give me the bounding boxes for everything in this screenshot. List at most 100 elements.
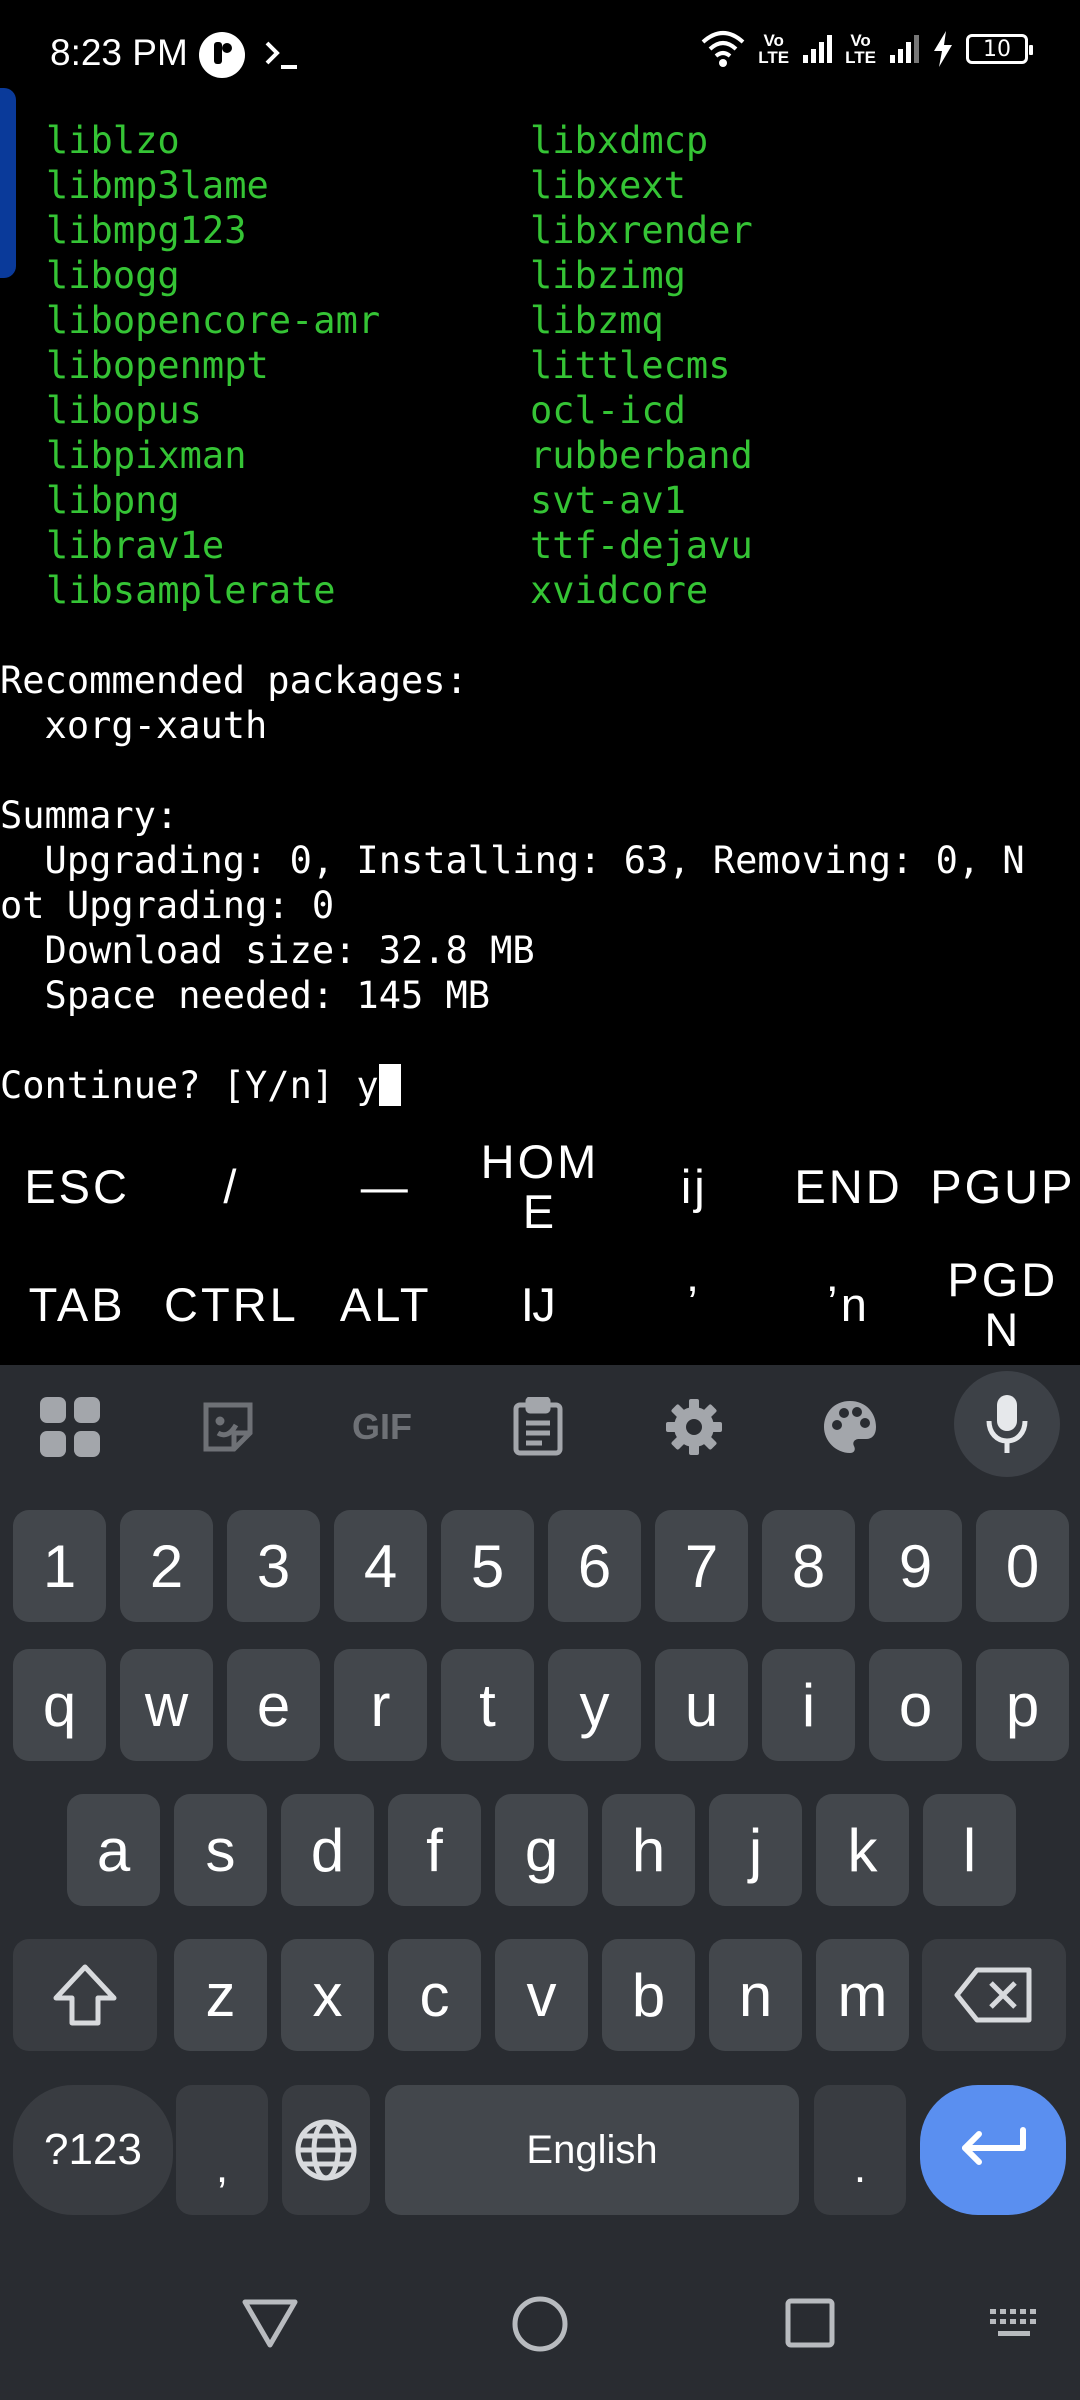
extra-keys-row-1: ESC / — HOM Eij END PGUP <box>0 1128 1080 1246</box>
sticker-icon[interactable] <box>196 1395 260 1459</box>
key[interactable]: b <box>602 1939 695 2051</box>
keyboard-switch-icon[interactable] <box>988 2307 1040 2341</box>
key[interactable]: 1 <box>13 1510 106 1622</box>
shift-key[interactable] <box>13 1939 157 2051</box>
extra-key[interactable]: PGD N <box>926 1246 1080 1364</box>
key[interactable]: 9 <box>869 1510 962 1622</box>
extra-key[interactable]: HOM E <box>463 1128 617 1246</box>
terminal-output[interactable]: liblzo libmp3lame libmpg123 libogg libopenco… <box>0 118 1080 1108</box>
extra-key[interactable]: ij <box>617 1128 771 1246</box>
key[interactable]: 2 <box>120 1510 213 1622</box>
enter-key[interactable] <box>920 2085 1066 2215</box>
period-key[interactable]: . <box>814 2085 906 2215</box>
key[interactable]: n <box>709 1939 802 2051</box>
volte-indicator-2: Vo LTE <box>845 31 876 67</box>
package-name: rubberband <box>530 434 753 477</box>
key[interactable]: s <box>174 1794 267 1906</box>
key[interactable]: q <box>13 1649 106 1761</box>
package-name: libogg <box>46 254 180 297</box>
extra-key[interactable]: PGUP <box>926 1128 1080 1246</box>
voice-input-button[interactable] <box>954 1371 1060 1477</box>
key[interactable]: h <box>602 1794 695 1906</box>
extra-key[interactable]: ALT <box>309 1246 463 1364</box>
key[interactable]: c <box>388 1939 481 2051</box>
key[interactable]: 5 <box>441 1510 534 1622</box>
extra-key[interactable]: TAB <box>0 1246 154 1364</box>
terminal-line: Download size: 32.8 MB <box>0 929 535 972</box>
theme-palette-icon[interactable] <box>818 1395 882 1459</box>
key[interactable]: l <box>923 1794 1016 1906</box>
navigation-bar <box>0 2255 1080 2400</box>
clipboard-icon[interactable] <box>506 1395 570 1459</box>
key[interactable]: 6 <box>548 1510 641 1622</box>
key[interactable]: i <box>762 1649 855 1761</box>
key[interactable]: p <box>976 1649 1069 1761</box>
spacebar[interactable]: English <box>385 2085 799 2215</box>
language-key[interactable] <box>282 2085 370 2215</box>
gif-icon[interactable]: GIF <box>350 1395 414 1459</box>
symbols-key[interactable]: ?123 <box>13 2085 173 2215</box>
key[interactable]: a <box>67 1794 160 1906</box>
terminal-line: Space needed: 145 MB <box>0 974 491 1017</box>
prompt-line: Continue? [Y/n] y <box>0 1063 1080 1108</box>
package-name: libzimg <box>530 254 686 297</box>
settings-gear-icon[interactable] <box>662 1395 726 1459</box>
key[interactable]: 7 <box>655 1510 748 1622</box>
package-name: littlecms <box>530 344 731 387</box>
backspace-key[interactable] <box>922 1939 1066 2051</box>
package-name: ocl-icd <box>530 389 686 432</box>
key[interactable]: k <box>816 1794 909 1906</box>
key[interactable]: x <box>281 1939 374 2051</box>
continue-prompt: Continue? [Y/n] <box>0 1064 357 1107</box>
key[interactable]: r <box>334 1649 427 1761</box>
recents-nav-icon[interactable] <box>784 2297 836 2349</box>
package-name: libmpg123 <box>46 209 247 252</box>
home-nav-icon[interactable] <box>511 2295 569 2353</box>
terminal-line: xorg-xauth <box>0 704 268 747</box>
extra-key[interactable]: ʼn <box>771 1246 925 1364</box>
key[interactable]: y <box>548 1649 641 1761</box>
package-name: svt-av1 <box>530 479 686 522</box>
extra-key[interactable]: — <box>309 1128 463 1246</box>
key[interactable]: d <box>281 1794 374 1906</box>
package-name: libxdmcp <box>530 119 709 162</box>
key[interactable]: e <box>227 1649 320 1761</box>
key[interactable]: g <box>495 1794 588 1906</box>
key[interactable]: w <box>120 1649 213 1761</box>
package-name: libmp3lame <box>46 164 269 207</box>
key[interactable]: j <box>709 1794 802 1906</box>
key[interactable]: t <box>441 1649 534 1761</box>
package-column-left: liblzo libmp3lame libmpg123 libogg libopenco… <box>0 118 484 613</box>
key[interactable]: 8 <box>762 1510 855 1622</box>
terminal-text: Recommended packages: xorg-xauth Summary:… <box>0 613 1080 1063</box>
key[interactable]: v <box>495 1939 588 2051</box>
key[interactable]: 3 <box>227 1510 320 1622</box>
package-name: libzmq <box>530 299 664 342</box>
key[interactable]: 4 <box>334 1510 427 1622</box>
keyboard-toolbar: GIF <box>0 1365 1080 1485</box>
terminal-line: Upgrading: 0, Installing: 63, Removing: … <box>0 839 1025 882</box>
key[interactable]: m <box>816 1939 909 2051</box>
key[interactable]: f <box>388 1794 481 1906</box>
key[interactable]: o <box>869 1649 962 1761</box>
extra-key[interactable]: END <box>771 1128 925 1246</box>
globe-icon <box>295 2119 357 2181</box>
terminal-line: ot Upgrading: 0 <box>0 884 335 927</box>
back-nav-icon[interactable] <box>240 2297 300 2351</box>
extra-key[interactable]: / <box>154 1128 308 1246</box>
charging-icon <box>934 31 952 67</box>
package-name: libopencore-amr <box>46 299 381 342</box>
extra-keys-bar: ESC / — HOM Eij END PGUP TAB CTRL ALT Ĳ ʼ ʼn PGD N <box>0 1128 1080 1363</box>
key[interactable]: u <box>655 1649 748 1761</box>
extra-key[interactable]: ʼ <box>617 1246 771 1364</box>
key[interactable]: 0 <box>976 1510 1069 1622</box>
extra-key[interactable]: Ĳ <box>463 1246 617 1364</box>
apps-grid-icon[interactable] <box>38 1395 102 1459</box>
extra-key[interactable]: ESC <box>0 1128 154 1246</box>
enter-arrow-icon <box>962 2127 1026 2165</box>
extra-key[interactable]: CTRL <box>154 1246 308 1364</box>
comma-key[interactable]: , <box>176 2085 268 2215</box>
package-column-right: libxdmcp libxext libxrender libzimg libzmq li… <box>484 118 1080 613</box>
microphone-icon <box>986 1395 1028 1453</box>
key[interactable]: z <box>174 1939 267 2051</box>
